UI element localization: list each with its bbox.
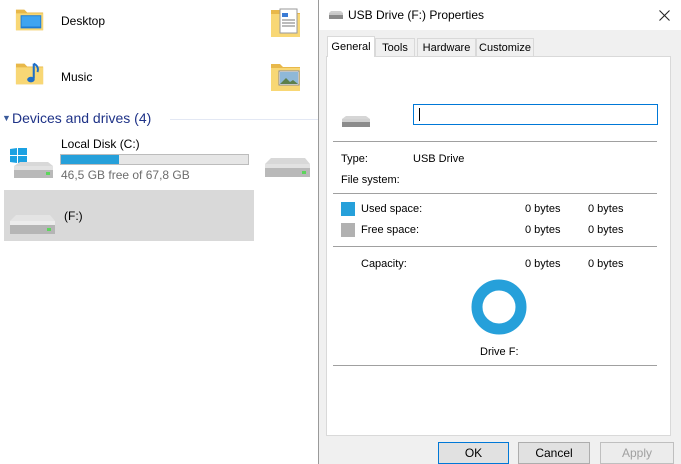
dialog-client: General Tools Hardware Customize Type: U… [319, 30, 681, 464]
ok-button[interactable]: OK [438, 442, 509, 464]
free-space-label: Free space: [361, 224, 420, 236]
usb-drive-icon [329, 11, 343, 19]
drive-f-name: (F:) [64, 209, 83, 223]
documents-folder-icon[interactable] [270, 4, 302, 40]
capacity-donut-chart [471, 279, 527, 335]
free-space-size: 0 bytes [588, 224, 624, 236]
explorer-window: Desktop Music ▼ Devices and drives (4) L… [0, 0, 318, 464]
type-label: Type: [341, 153, 368, 165]
folder-music-label: Music [61, 70, 93, 84]
separator [333, 365, 657, 366]
drive-letter-label: Drive F: [480, 346, 519, 358]
cancel-button[interactable]: Cancel [518, 442, 590, 464]
general-tab-panel: Type: USB Drive File system: Used space:… [326, 56, 671, 436]
separator [333, 141, 657, 142]
used-space-bytes: 0 bytes [525, 203, 561, 215]
devices-section-header[interactable]: ▼ Devices and drives (4) [0, 110, 318, 128]
file-system-label: File system: [341, 174, 400, 186]
folder-music[interactable]: Music [14, 56, 154, 96]
drive-name-input[interactable] [413, 104, 658, 125]
type-value: USB Drive [413, 153, 465, 165]
tab-tools[interactable]: Tools [375, 38, 415, 56]
close-button[interactable] [647, 2, 681, 28]
tab-hardware[interactable]: Hardware [417, 38, 476, 56]
tab-customize[interactable]: Customize [476, 38, 534, 56]
free-space-swatch [341, 223, 355, 237]
free-space-bytes: 0 bytes [525, 224, 561, 236]
capacity-size: 0 bytes [588, 258, 624, 270]
folder-desktop-label: Desktop [61, 14, 106, 28]
windows-drive-icon [10, 148, 53, 178]
drive-local-disk-c[interactable]: Local Disk (C:) 46,5 GB free of 67,8 GB [4, 134, 254, 184]
used-space-label: Used space: [361, 203, 423, 215]
local-disk-usage-fill [61, 155, 119, 164]
local-disk-usage-bar [60, 154, 249, 165]
chevron-down-icon[interactable]: ▼ [2, 113, 11, 123]
pictures-folder-icon[interactable] [270, 58, 302, 94]
usb-drive-icon [10, 215, 55, 234]
used-space-ring [471, 279, 527, 335]
tab-general[interactable]: General [327, 36, 375, 57]
properties-dialog: USB Drive (F:) Properties General Tools … [318, 0, 681, 464]
used-space-size: 0 bytes [588, 203, 624, 215]
folder-desktop[interactable]: Desktop [14, 2, 154, 42]
separator [333, 246, 657, 247]
devices-section-title: Devices and drives (4) [12, 110, 152, 126]
drive-f[interactable]: (F:) [4, 190, 254, 241]
music-folder-icon [15, 62, 44, 85]
apply-button[interactable]: Apply [600, 442, 674, 464]
separator [333, 193, 657, 194]
local-disk-name: Local Disk (C:) [61, 137, 140, 151]
desktop-folder-icon [15, 9, 44, 31]
drive-icon[interactable] [262, 156, 312, 182]
dialog-title: USB Drive (F:) Properties [348, 8, 485, 22]
section-divider [170, 119, 318, 120]
dialog-titlebar[interactable]: USB Drive (F:) Properties [319, 0, 681, 30]
text-caret [419, 108, 420, 121]
close-icon [658, 9, 670, 21]
used-space-swatch [341, 202, 355, 216]
local-disk-free-text: 46,5 GB free of 67,8 GB [61, 168, 190, 182]
capacity-label: Capacity: [361, 258, 407, 270]
capacity-bytes: 0 bytes [525, 258, 561, 270]
usb-drive-icon [342, 116, 370, 127]
